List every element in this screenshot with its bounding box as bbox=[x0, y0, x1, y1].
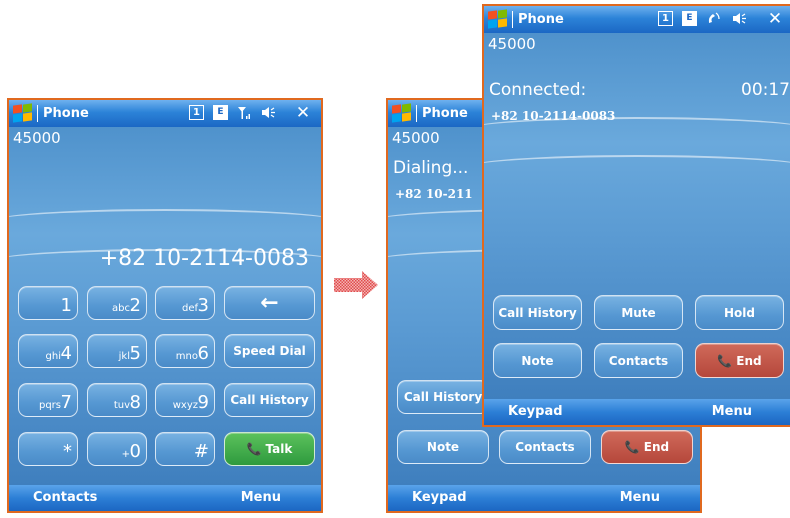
softkey-menu[interactable]: Menu bbox=[712, 404, 752, 419]
title-bar: Phone 1 E ✕ bbox=[9, 100, 321, 127]
talk-label: Talk bbox=[265, 442, 293, 456]
key-star[interactable]: * bbox=[18, 432, 78, 466]
call-history-button[interactable]: Call History bbox=[493, 295, 582, 330]
volume-icon[interactable] bbox=[261, 105, 276, 120]
app-title: Phone bbox=[43, 106, 89, 121]
line-1-indicator: 1 bbox=[189, 105, 204, 120]
end-button[interactable]: 📞 End bbox=[601, 430, 693, 464]
transition-arrow-icon bbox=[334, 271, 378, 299]
softkey-keypad[interactable]: Keypad bbox=[412, 490, 467, 505]
end-label: End bbox=[736, 353, 762, 368]
call-history-button[interactable]: Call History bbox=[224, 383, 315, 417]
entered-number[interactable]: +82 10-2114-0083 bbox=[100, 246, 309, 271]
note-button[interactable]: Note bbox=[493, 343, 582, 378]
title-separator bbox=[416, 105, 417, 122]
edge-indicator: E bbox=[682, 11, 697, 26]
app-title: Phone bbox=[422, 106, 468, 121]
title-bar: Phone 1 E ✕ bbox=[484, 6, 790, 33]
key-0[interactable]: +0 bbox=[87, 432, 147, 466]
windows-start-icon[interactable] bbox=[390, 103, 412, 124]
key-8[interactable]: tuv 8 bbox=[87, 383, 147, 417]
key-6[interactable]: mno 6 bbox=[155, 334, 215, 368]
background-swoosh bbox=[9, 209, 321, 235]
call-history-button[interactable]: Call History bbox=[397, 380, 489, 414]
softkey-menu[interactable]: Menu bbox=[620, 490, 660, 505]
hang-up-icon: 📞 bbox=[624, 440, 640, 454]
phone-icon: 📞 bbox=[246, 442, 262, 456]
connected-number: +82 10-2114-0083 bbox=[491, 109, 616, 123]
softkey-keypad[interactable]: Keypad bbox=[508, 404, 563, 419]
dialer-background: 45000 +82 10-2114-0083 1 abc 2 def 3 ← ghi… bbox=[9, 127, 321, 485]
soft-key-bar: Keypad Menu bbox=[388, 485, 700, 511]
soft-key-bar: Keypad Menu bbox=[484, 399, 790, 425]
key-9[interactable]: wxyz 9 bbox=[155, 383, 215, 417]
backspace-button[interactable]: ← bbox=[224, 286, 315, 320]
key-hash[interactable]: # bbox=[155, 432, 215, 466]
edge-indicator: E bbox=[213, 105, 228, 120]
line-1-indicator: 1 bbox=[658, 11, 673, 26]
carrier-name: 45000 bbox=[488, 35, 536, 53]
call-status: Connected: bbox=[489, 80, 587, 100]
softkey-menu[interactable]: Menu bbox=[241, 490, 281, 505]
hold-button[interactable]: Hold bbox=[695, 295, 784, 330]
signal-icon[interactable] bbox=[237, 105, 252, 120]
call-timer: 00:17 bbox=[741, 80, 790, 100]
contacts-button[interactable]: Contacts bbox=[594, 343, 683, 378]
phone-connected-screen: Phone 1 E ✕ 45000 Connected: 00:17 +82 1… bbox=[482, 4, 790, 427]
background-swoosh bbox=[484, 155, 790, 181]
hang-up-icon: 📞 bbox=[717, 353, 733, 368]
windows-start-icon[interactable] bbox=[486, 9, 508, 30]
carrier-name: 45000 bbox=[392, 129, 440, 147]
soft-key-bar: Contacts Menu bbox=[9, 485, 321, 511]
note-button[interactable]: Note bbox=[397, 430, 489, 464]
softkey-contacts[interactable]: Contacts bbox=[33, 490, 97, 505]
key-4[interactable]: ghi 4 bbox=[18, 334, 78, 368]
title-separator bbox=[37, 105, 38, 122]
mute-button[interactable]: Mute bbox=[594, 295, 683, 330]
speed-dial-button[interactable]: Speed Dial bbox=[224, 334, 315, 368]
end-label: End bbox=[643, 440, 670, 454]
key-3[interactable]: def 3 bbox=[155, 286, 215, 320]
talk-button[interactable]: 📞 Talk bbox=[224, 432, 315, 466]
connected-background: 45000 Connected: 00:17 +82 10-2114-0083 … bbox=[484, 33, 790, 399]
app-title: Phone bbox=[518, 12, 564, 27]
key-7[interactable]: pqrs 7 bbox=[18, 383, 78, 417]
key-5[interactable]: jkl 5 bbox=[87, 334, 147, 368]
close-icon[interactable]: ✕ bbox=[766, 10, 784, 28]
dialing-number: +82 10-211 bbox=[395, 187, 473, 201]
title-separator bbox=[512, 11, 513, 28]
volume-icon[interactable] bbox=[732, 11, 747, 26]
windows-start-icon[interactable] bbox=[11, 103, 33, 124]
contacts-button[interactable]: Contacts bbox=[499, 430, 591, 464]
carrier-name: 45000 bbox=[13, 129, 61, 147]
call-status: Dialing... bbox=[393, 158, 469, 178]
end-button[interactable]: 📞 End bbox=[695, 343, 784, 378]
key-2[interactable]: abc 2 bbox=[87, 286, 147, 320]
phone-keypad-screen: Phone 1 E ✕ 45000 +82 10-2114-0083 1 abc… bbox=[7, 98, 323, 513]
key-1[interactable]: 1 bbox=[18, 286, 78, 320]
close-icon[interactable]: ✕ bbox=[294, 104, 312, 122]
active-call-icon[interactable] bbox=[706, 11, 721, 26]
